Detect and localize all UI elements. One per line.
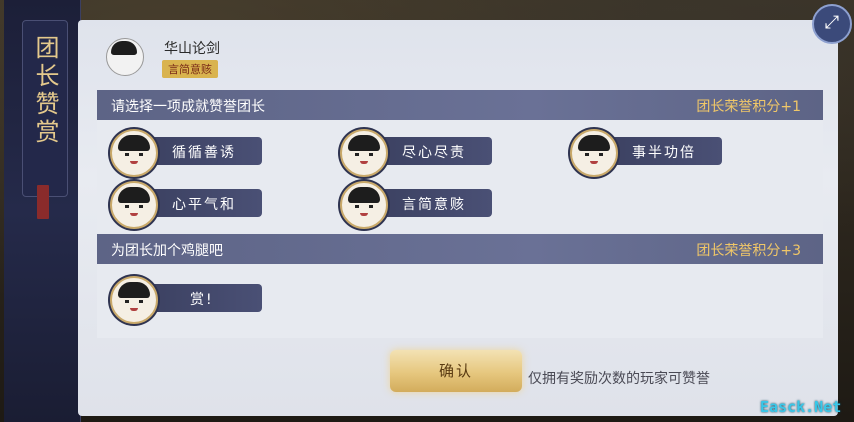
- leader-name: 华山论剑: [164, 41, 220, 57]
- avatar-mouth: [130, 308, 138, 311]
- option-label: 赏!: [190, 292, 214, 308]
- character-avatar-icon: [110, 129, 158, 177]
- leader-title-badge: 言简意赅: [162, 60, 218, 78]
- option-calm[interactable]: 心平气和: [110, 181, 270, 229]
- avatar-hair: [118, 187, 150, 203]
- character-avatar-icon: [340, 181, 388, 229]
- avatar-eyes: [125, 205, 143, 208]
- top-background-strip: [80, 0, 854, 22]
- hint-text: 仅拥有奖励次数的玩家可赞誉: [528, 371, 710, 387]
- option-concise[interactable]: 言简意赅: [340, 181, 500, 229]
- option-label: 事半功倍: [632, 145, 696, 161]
- banner-frame: 团长赞赏: [22, 20, 68, 197]
- avatar-hair: [348, 187, 380, 203]
- avatar-eyes: [355, 205, 373, 208]
- side-banner: 团长赞赏: [4, 0, 81, 422]
- character-avatar-icon: [110, 181, 158, 229]
- avatar-eyes: [125, 300, 143, 303]
- watermark: Easck.Net: [760, 398, 842, 416]
- avatar-hair: [578, 135, 610, 151]
- section-achievement-title: 请选择一项成就赞誉团长: [111, 99, 265, 115]
- section-reward-header: 为团长加个鸡腿吧 团长荣誉积分+3: [97, 234, 823, 264]
- avatar-eyes: [125, 153, 143, 156]
- character-avatar-icon: [340, 129, 388, 177]
- expand-icon[interactable]: ⤢: [812, 4, 852, 44]
- option-label: 心平气和: [172, 197, 236, 213]
- option-patient-guidance[interactable]: 循循善诱: [110, 129, 270, 177]
- character-avatar-icon: [110, 276, 158, 324]
- avatar-hair: [118, 135, 150, 151]
- section-achievement-header: 请选择一项成就赞誉团长 团长荣誉积分+1: [97, 90, 823, 120]
- avatar-mouth: [130, 213, 138, 216]
- avatar-eyes: [355, 153, 373, 156]
- confirm-button[interactable]: 确认: [390, 350, 522, 392]
- avatar-mouth: [590, 161, 598, 164]
- option-efficient[interactable]: 事半功倍: [570, 129, 730, 177]
- option-reward[interactable]: 赏!: [110, 276, 270, 324]
- option-label: 尽心尽责: [402, 145, 466, 161]
- character-avatar-icon: [570, 129, 618, 177]
- seal-icon: [37, 185, 49, 219]
- avatar-hair: [111, 41, 137, 55]
- leader-avatar: [106, 38, 144, 76]
- avatar-eyes: [585, 153, 603, 156]
- avatar-hair: [118, 282, 150, 298]
- avatar-mouth: [360, 161, 368, 164]
- avatar-mouth: [130, 161, 138, 164]
- section-reward-points: 团长荣誉积分+3: [696, 243, 801, 259]
- avatar-hair: [348, 135, 380, 151]
- section-reward-title: 为团长加个鸡腿吧: [111, 243, 223, 259]
- section-achievement-points: 团长荣誉积分+1: [696, 99, 801, 115]
- avatar-mouth: [360, 213, 368, 216]
- option-label: 循循善诱: [172, 145, 236, 161]
- banner-title: 团长赞赏: [31, 35, 59, 147]
- option-dedicated[interactable]: 尽心尽责: [340, 129, 500, 177]
- option-label: 言简意赅: [402, 197, 466, 213]
